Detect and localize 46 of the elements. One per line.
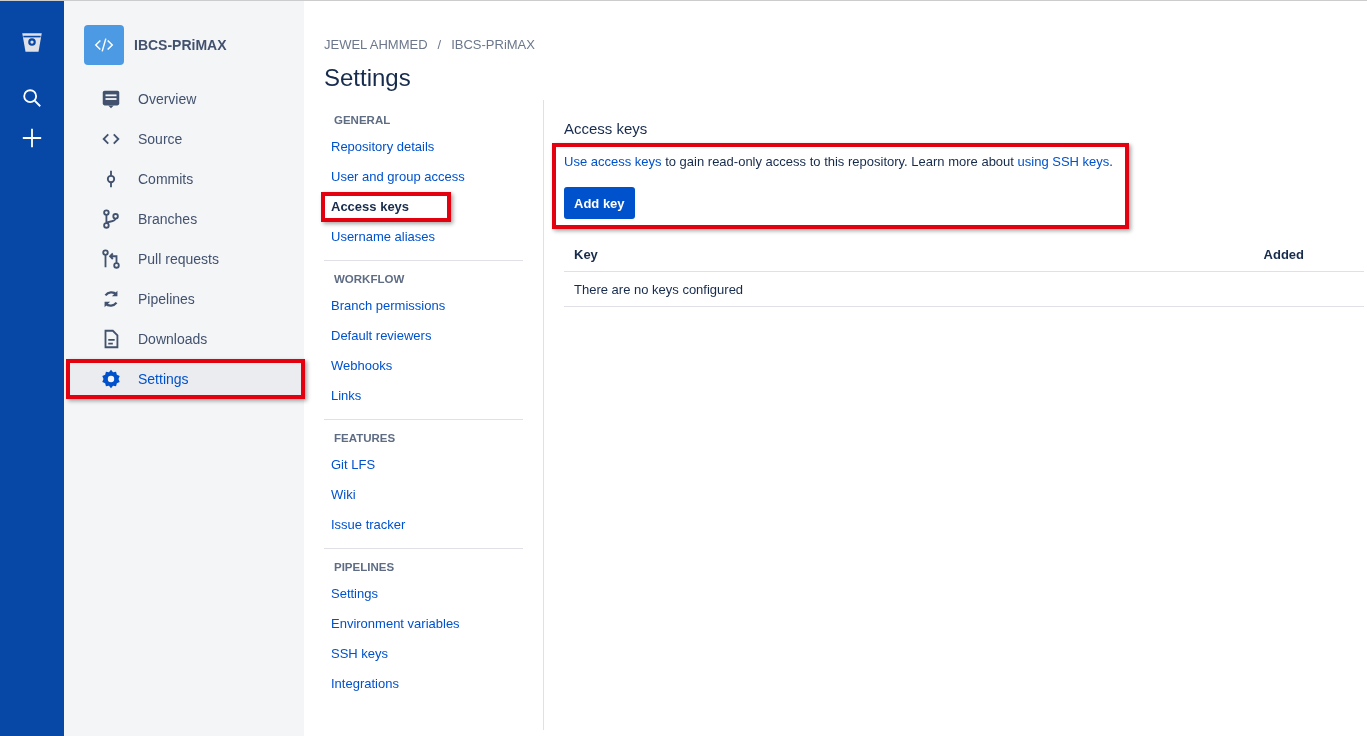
empty-message: There are no keys configured (574, 281, 744, 297)
repository-name[interactable]: IBCS-PRiMAX (134, 37, 227, 53)
nav-section-heading: GENERAL (333, 114, 392, 126)
settings-nav-link[interactable]: Username aliases (321, 222, 478, 252)
nav-section-heading: WORKFLOW (333, 273, 406, 285)
sidebar-item[interactable]: Branches (66, 199, 305, 239)
sidebar-item[interactable]: Commits (66, 159, 305, 199)
intro-text: Use access keys to gain read-only access to this repository. Learn more about using SSH keys. (564, 153, 1113, 171)
settings-nav-link[interactable]: Settings (321, 579, 420, 609)
settings-nav-link[interactable]: User and group access (321, 162, 507, 192)
breadcrumb-link[interactable]: IBCS-PRiMAX (451, 37, 535, 52)
add-key-button[interactable]: Add key (564, 187, 635, 219)
document-icon (100, 88, 122, 110)
settings-nav-link[interactable]: SSH keys (321, 639, 431, 669)
help-link[interactable]: Use access keys (564, 154, 662, 169)
pull-request-icon (100, 248, 122, 270)
settings-nav-link[interactable]: Integrations (321, 669, 441, 699)
settings-nav-link[interactable]: Git LFS (321, 450, 418, 480)
settings-nav-link[interactable]: Links (321, 381, 404, 411)
sidebar-item[interactable]: Downloads (66, 319, 305, 359)
settings-nav-link[interactable]: Webhooks (321, 351, 435, 381)
search-icon[interactable] (21, 87, 43, 109)
settings-icon (100, 368, 122, 390)
nav-section-heading: FEATURES (333, 432, 397, 444)
sidebar-item[interactable]: Pipelines (66, 279, 305, 319)
settings-nav-link[interactable]: Issue tracker (321, 510, 448, 540)
breadcrumb-separator: / (437, 37, 442, 52)
plus-icon[interactable] (21, 127, 43, 149)
column-header: Key (574, 246, 598, 262)
settings-nav-link[interactable]: Default reviewers (321, 321, 474, 351)
breadcrumb-link[interactable]: JEWEL AHMMED (324, 37, 428, 52)
column-header: Added (1263, 246, 1304, 262)
nav-section-heading: PIPELINES (333, 561, 396, 573)
sidebar-item[interactable]: Pull requests (66, 239, 305, 279)
sidebar-item[interactable]: Settings (66, 359, 305, 399)
branch-icon (100, 208, 122, 230)
sidebar-item[interactable]: Source (66, 119, 305, 159)
settings-nav-link[interactable]: Repository details (321, 132, 477, 162)
settings-nav-link[interactable]: Environment variables (321, 609, 502, 639)
page-title: Settings (324, 64, 412, 92)
code-avatar-icon (84, 25, 124, 65)
sidebar-item[interactable]: Overview (66, 79, 305, 119)
settings-nav-link[interactable]: Branch permissions (321, 291, 488, 321)
settings-nav-link[interactable]: Wiki (321, 480, 398, 510)
section-heading: Access keys (564, 120, 649, 137)
settings-nav-link[interactable]: Access keys (321, 192, 452, 222)
